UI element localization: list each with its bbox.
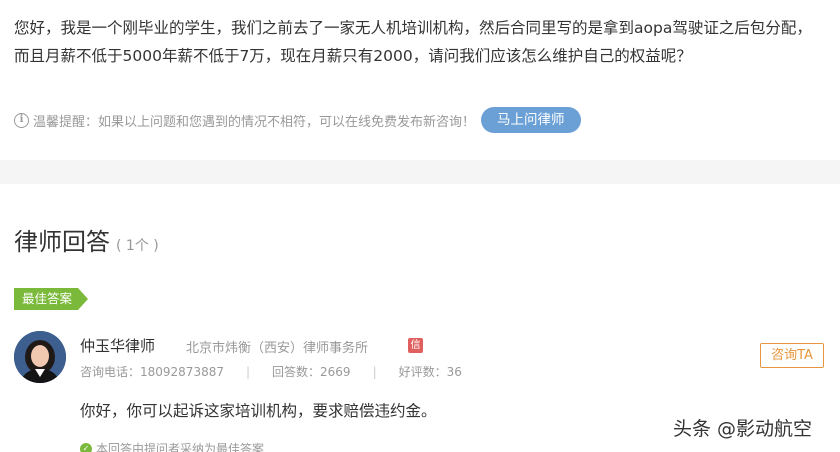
lawyer-review-count: 好评数：36 xyxy=(398,365,462,379)
lawyer-avatar[interactable] xyxy=(14,331,66,383)
tip-row: i 温馨提醒：如果以上问题和您遇到的情况不相符，可以在线免费发布新咨询！ 马上问… xyxy=(14,106,581,134)
answer-content: 你好，你可以起诉这家培训机构，要求赔偿违约金。 xyxy=(80,402,437,420)
section-divider xyxy=(0,160,840,184)
answers-count: ( 1个 ) xyxy=(116,238,159,254)
accepted-text: 本回答由提问者采纳为最佳答案 xyxy=(96,442,265,452)
ask-lawyer-button[interactable]: 马上问律师 xyxy=(481,107,581,133)
answers-title: 律师回答 xyxy=(14,228,110,256)
question-text: 您好，我是一个刚毕业的学生，我们之前去了一家无人机培训机构，然后合同里写的是拿到… xyxy=(14,19,812,65)
question-box: 您好，我是一个刚毕业的学生，我们之前去了一家无人机培训机构，然后合同里写的是拿到… xyxy=(0,0,840,160)
lawyer-firm: 北京市炜衡（西安）律师事务所 xyxy=(186,341,369,356)
accepted-note: ✓ 本回答由提问者采纳为最佳答案 xyxy=(80,440,264,452)
lawyer-name[interactable]: 仲玉华律师 xyxy=(80,335,155,356)
answers-header: 律师回答 ( 1个 ) xyxy=(14,222,159,257)
consult-button[interactable]: 咨询TA xyxy=(760,343,824,368)
tip-text: 温馨提醒：如果以上问题和您遇到的情况不相符，可以在线免费发布新咨询！ xyxy=(33,114,476,130)
watermark: 头条 @影动航空 xyxy=(673,418,813,440)
check-icon: ✓ xyxy=(80,442,92,452)
meta-separator: | xyxy=(245,364,251,379)
avatar-portrait-icon xyxy=(14,331,66,383)
best-answer-tag: 最佳答案 xyxy=(14,288,89,310)
lawyer-phone: 咨询电话：18092873887 xyxy=(80,365,224,379)
tag-arrow xyxy=(78,288,89,310)
info-icon: i xyxy=(14,112,29,128)
lawyer-meta: 咨询电话：18092873887 | 回答数：2669 | 好评数：36 xyxy=(80,363,462,380)
verified-badge: 信 xyxy=(408,338,423,353)
best-answer-label: 最佳答案 xyxy=(14,288,79,310)
lawyer-answer-count: 回答数：2669 xyxy=(272,365,351,379)
meta-separator: | xyxy=(372,364,377,379)
